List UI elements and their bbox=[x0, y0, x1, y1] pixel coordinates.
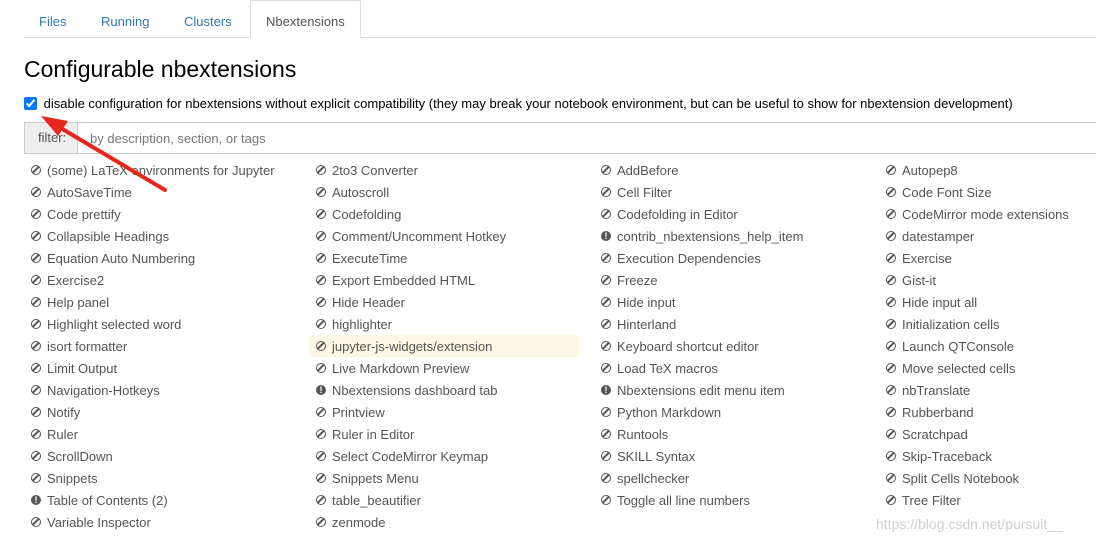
annotation-arrow bbox=[41, 116, 167, 192]
